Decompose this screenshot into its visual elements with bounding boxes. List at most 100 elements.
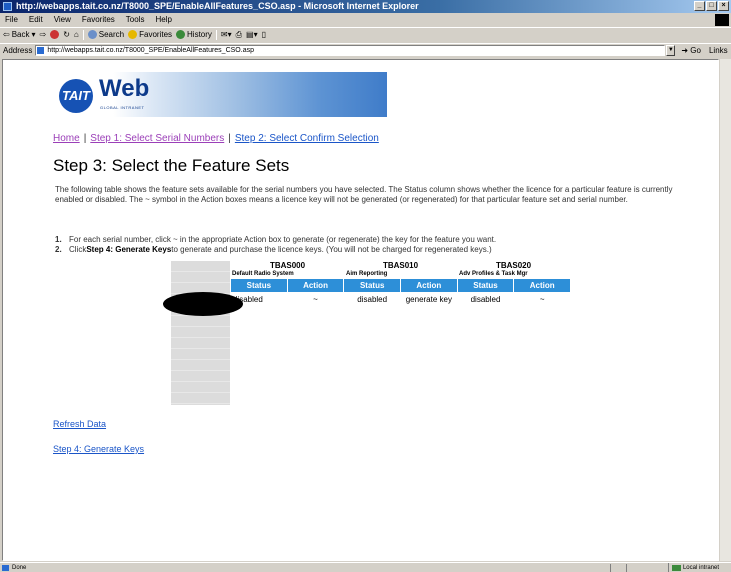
breadcrumb: Home | Step 1: Select Serial Numbers | Step … xyxy=(53,133,379,144)
refresh-data-link[interactable]: Refresh Data xyxy=(53,419,106,429)
page-content: TAIT Web GLOBAL INTRANET Home | Step 1: Se… xyxy=(2,59,719,561)
step-number: 1. xyxy=(55,235,62,244)
generate-keys-link[interactable]: Step 4: Generate Keys xyxy=(53,444,144,454)
step-text-bold: Step 4: Generate Keys xyxy=(86,245,172,254)
refresh-icon: ↻ xyxy=(63,29,70,39)
menu-file[interactable]: File xyxy=(5,14,18,26)
mail-icon: ✉▾ xyxy=(220,29,232,39)
intranet-zone-icon xyxy=(671,565,681,571)
back-label: Back xyxy=(11,29,30,39)
refresh-button[interactable]: ↻ xyxy=(63,28,70,42)
action-cell[interactable]: generate key xyxy=(401,294,457,306)
status-header: Status xyxy=(344,279,401,292)
page-title: Step 3: Select the Feature Sets xyxy=(53,156,290,175)
breadcrumb-home-link[interactable]: Home xyxy=(53,133,80,144)
action-header: Action xyxy=(401,279,457,292)
address-dropdown-button[interactable]: ▼ xyxy=(666,45,676,56)
breadcrumb-step1-link[interactable]: Step 1: Select Serial Numbers xyxy=(90,133,224,144)
maximize-button[interactable]: □ xyxy=(706,1,717,11)
menu-bar: File Edit View Favorites Tools Help xyxy=(0,14,731,26)
chevron-down-icon: ▾ xyxy=(31,29,36,39)
redaction-mark xyxy=(163,292,243,316)
close-button[interactable]: × xyxy=(718,1,729,11)
history-label: History xyxy=(187,29,212,39)
address-bar: Address http://webapps.tait.co.nz/T8000_… xyxy=(0,43,731,57)
stop-icon xyxy=(50,30,60,39)
vertical-scrollbar[interactable] xyxy=(719,59,731,561)
step-text-pre: Click xyxy=(69,245,87,254)
stop-button[interactable] xyxy=(50,30,60,39)
feature-code: TBAS010 xyxy=(382,261,419,270)
menu-favorites[interactable]: Favorites xyxy=(82,14,115,26)
browser-window: http://webapps.tait.co.nz/T8000_SPE/Enab… xyxy=(0,0,731,572)
print-button[interactable]: ⎙ xyxy=(236,28,242,42)
links-button[interactable]: Links xyxy=(709,44,728,58)
back-button[interactable]: ⇦ Back ▾ xyxy=(3,28,36,42)
security-zone: Local intranet xyxy=(667,563,719,572)
breadcrumb-step2-link[interactable]: Step 2: Select Confirm Selection xyxy=(235,133,379,144)
search-icon xyxy=(87,30,97,39)
favorites-icon xyxy=(128,30,138,39)
window-title: http://webapps.tait.co.nz/T8000_SPE/Enab… xyxy=(16,1,419,11)
history-button[interactable]: History xyxy=(176,28,212,42)
toolbar-separator xyxy=(82,29,84,40)
table-row: disabled ~ disabled generate key disable… xyxy=(231,294,570,306)
instruction-steps: 1. For each serial number, click ~ in th… xyxy=(55,235,715,255)
title-bar: http://webapps.tait.co.nz/T8000_SPE/Enab… xyxy=(0,0,731,13)
zone-label: Local intranet xyxy=(682,565,719,571)
action-header: Action xyxy=(514,279,571,292)
favorites-label: Favorites xyxy=(139,29,173,39)
step-number: 2. xyxy=(55,245,62,254)
menu-edit[interactable]: Edit xyxy=(29,14,43,26)
action-cell[interactable]: ~ xyxy=(514,294,570,306)
edit-button[interactable]: ▤▾ xyxy=(246,28,258,42)
discuss-button[interactable]: ▯ xyxy=(262,28,266,42)
window-controls: _ □ × xyxy=(694,1,729,11)
menu-tools[interactable]: Tools xyxy=(126,14,145,26)
print-icon: ⎙ xyxy=(235,29,243,39)
menu-view[interactable]: View xyxy=(54,14,71,26)
address-input[interactable]: http://webapps.tait.co.nz/T8000_SPE/Enab… xyxy=(35,45,666,56)
feature-name: Default Radio System xyxy=(232,271,294,277)
ie-page-icon xyxy=(3,2,12,11)
tait-logo-icon: TAIT xyxy=(59,79,93,113)
step-text-post: to generate and purchase the licence key… xyxy=(171,245,492,254)
favorites-button[interactable]: Favorites xyxy=(128,28,172,42)
toolbar-separator xyxy=(215,29,217,40)
step-text: For each serial number, click ~ in the a… xyxy=(69,235,497,244)
address-url: http://webapps.tait.co.nz/T8000_SPE/Enab… xyxy=(47,47,254,54)
banner-logo-word: Web xyxy=(99,75,150,102)
feature-code: TBAS020 xyxy=(495,261,532,270)
feature-name: Aim Reporting xyxy=(346,271,388,277)
forward-button[interactable]: ⇨ xyxy=(40,28,47,42)
page-icon xyxy=(37,47,45,54)
home-button[interactable]: ⌂ xyxy=(74,28,79,42)
status-header: Status xyxy=(231,279,287,292)
search-button[interactable]: Search xyxy=(87,28,125,42)
go-label: Go xyxy=(690,45,701,55)
go-arrow-icon: ➜ xyxy=(681,45,689,55)
feature-code: TBAS000 xyxy=(269,261,306,270)
discuss-icon: ▯ xyxy=(261,29,267,39)
address-label: Address xyxy=(3,45,33,55)
search-label: Search xyxy=(98,29,125,39)
feature-name: Adv Profiles & Task Mgr xyxy=(459,271,528,277)
menu-help[interactable]: Help xyxy=(155,14,171,26)
home-icon: ⌂ xyxy=(73,29,79,39)
go-button[interactable]: ➜ Go xyxy=(681,44,701,58)
breadcrumb-separator: | xyxy=(83,133,87,144)
mail-button[interactable]: ✉▾ xyxy=(221,28,232,42)
minimize-button[interactable]: _ xyxy=(694,1,705,11)
status-cell: disabled xyxy=(357,295,388,304)
page-done-icon xyxy=(2,565,9,571)
history-icon xyxy=(176,30,186,39)
back-arrow-icon: ⇦ xyxy=(3,29,10,39)
banner-logo-sub: GLOBAL INTRANET xyxy=(100,105,145,110)
status-header: Status xyxy=(457,279,514,292)
action-cell[interactable]: ~ xyxy=(288,294,344,306)
tait-web-banner: TAIT Web GLOBAL INTRANET xyxy=(53,72,387,117)
serial-number-column xyxy=(171,261,230,405)
instruction-step: 1. For each serial number, click ~ in th… xyxy=(55,235,715,245)
instruction-step: 2. Click Step 4: Generate Keys to genera… xyxy=(55,245,715,255)
status-pane-divider xyxy=(610,564,611,572)
